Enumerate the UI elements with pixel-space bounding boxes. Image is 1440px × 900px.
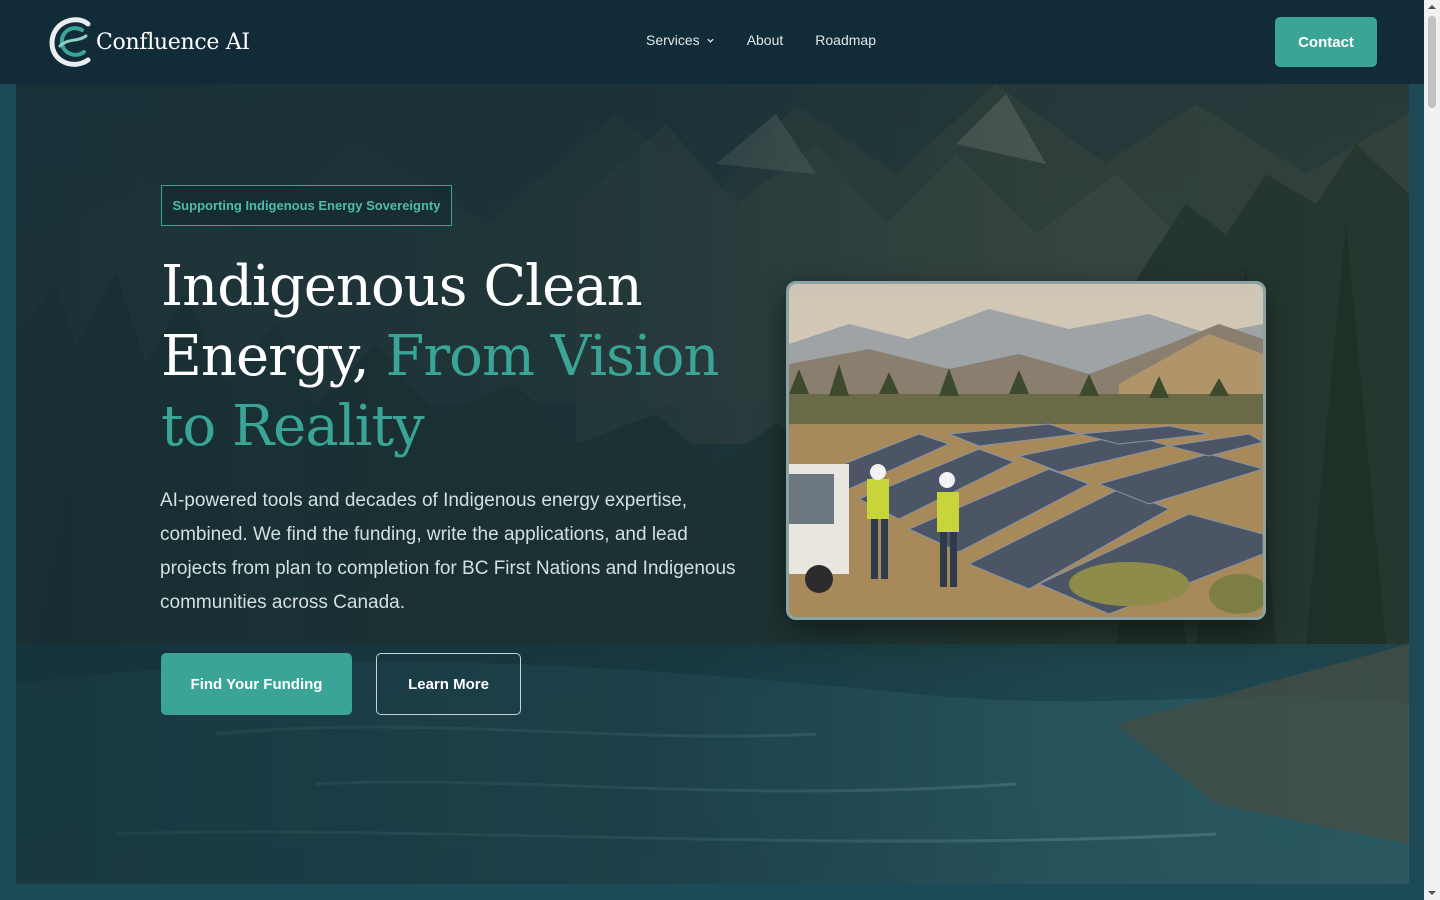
confluence-logo-icon: [49, 17, 91, 67]
nav-roadmap-label: Roadmap: [815, 32, 876, 48]
nav-roadmap[interactable]: Roadmap: [815, 32, 876, 48]
headline-line-2-accent: From Vision: [385, 324, 720, 389]
learn-more-button[interactable]: Learn More: [376, 653, 521, 715]
main-nav: Services About Roadmap: [646, 32, 908, 48]
scroll-up-arrow-icon[interactable]: [1424, 0, 1440, 14]
solar-farm-illustration: [789, 284, 1263, 617]
nav-about-label: About: [746, 32, 784, 48]
headline-line-3-accent: to Reality: [161, 394, 425, 459]
brand-logo[interactable]: Confluence AI: [48, 16, 250, 68]
scroll-down-arrow-icon[interactable]: [1424, 886, 1440, 900]
top-navbar: Confluence AI Services About Roadmap Con…: [0, 0, 1424, 84]
page-scrollbar[interactable]: [1424, 0, 1440, 900]
hero-headline: Indigenous Clean Energy, From Vision to …: [161, 252, 761, 462]
nav-services[interactable]: Services: [646, 32, 715, 48]
chevron-down-icon: [707, 38, 714, 43]
hero-section: Supporting Indigenous Energy Sovereignty…: [16, 84, 1409, 884]
scrollbar-thumb[interactable]: [1428, 16, 1436, 108]
contact-button[interactable]: Contact: [1275, 17, 1377, 67]
headline-line-1: Indigenous Clean: [161, 254, 643, 319]
headline-line-2-white: Energy,: [161, 324, 370, 389]
find-your-funding-button[interactable]: Find Your Funding: [161, 653, 352, 715]
nav-about[interactable]: About: [747, 32, 784, 48]
nav-services-label: Services: [646, 32, 700, 48]
hero-badge: Supporting Indigenous Energy Sovereignty: [161, 185, 452, 226]
solar-farm-workers-photo: [786, 281, 1266, 620]
hero-description: AI-powered tools and decades of Indigeno…: [160, 490, 736, 613]
brand-name: Confluence AI: [96, 29, 250, 55]
